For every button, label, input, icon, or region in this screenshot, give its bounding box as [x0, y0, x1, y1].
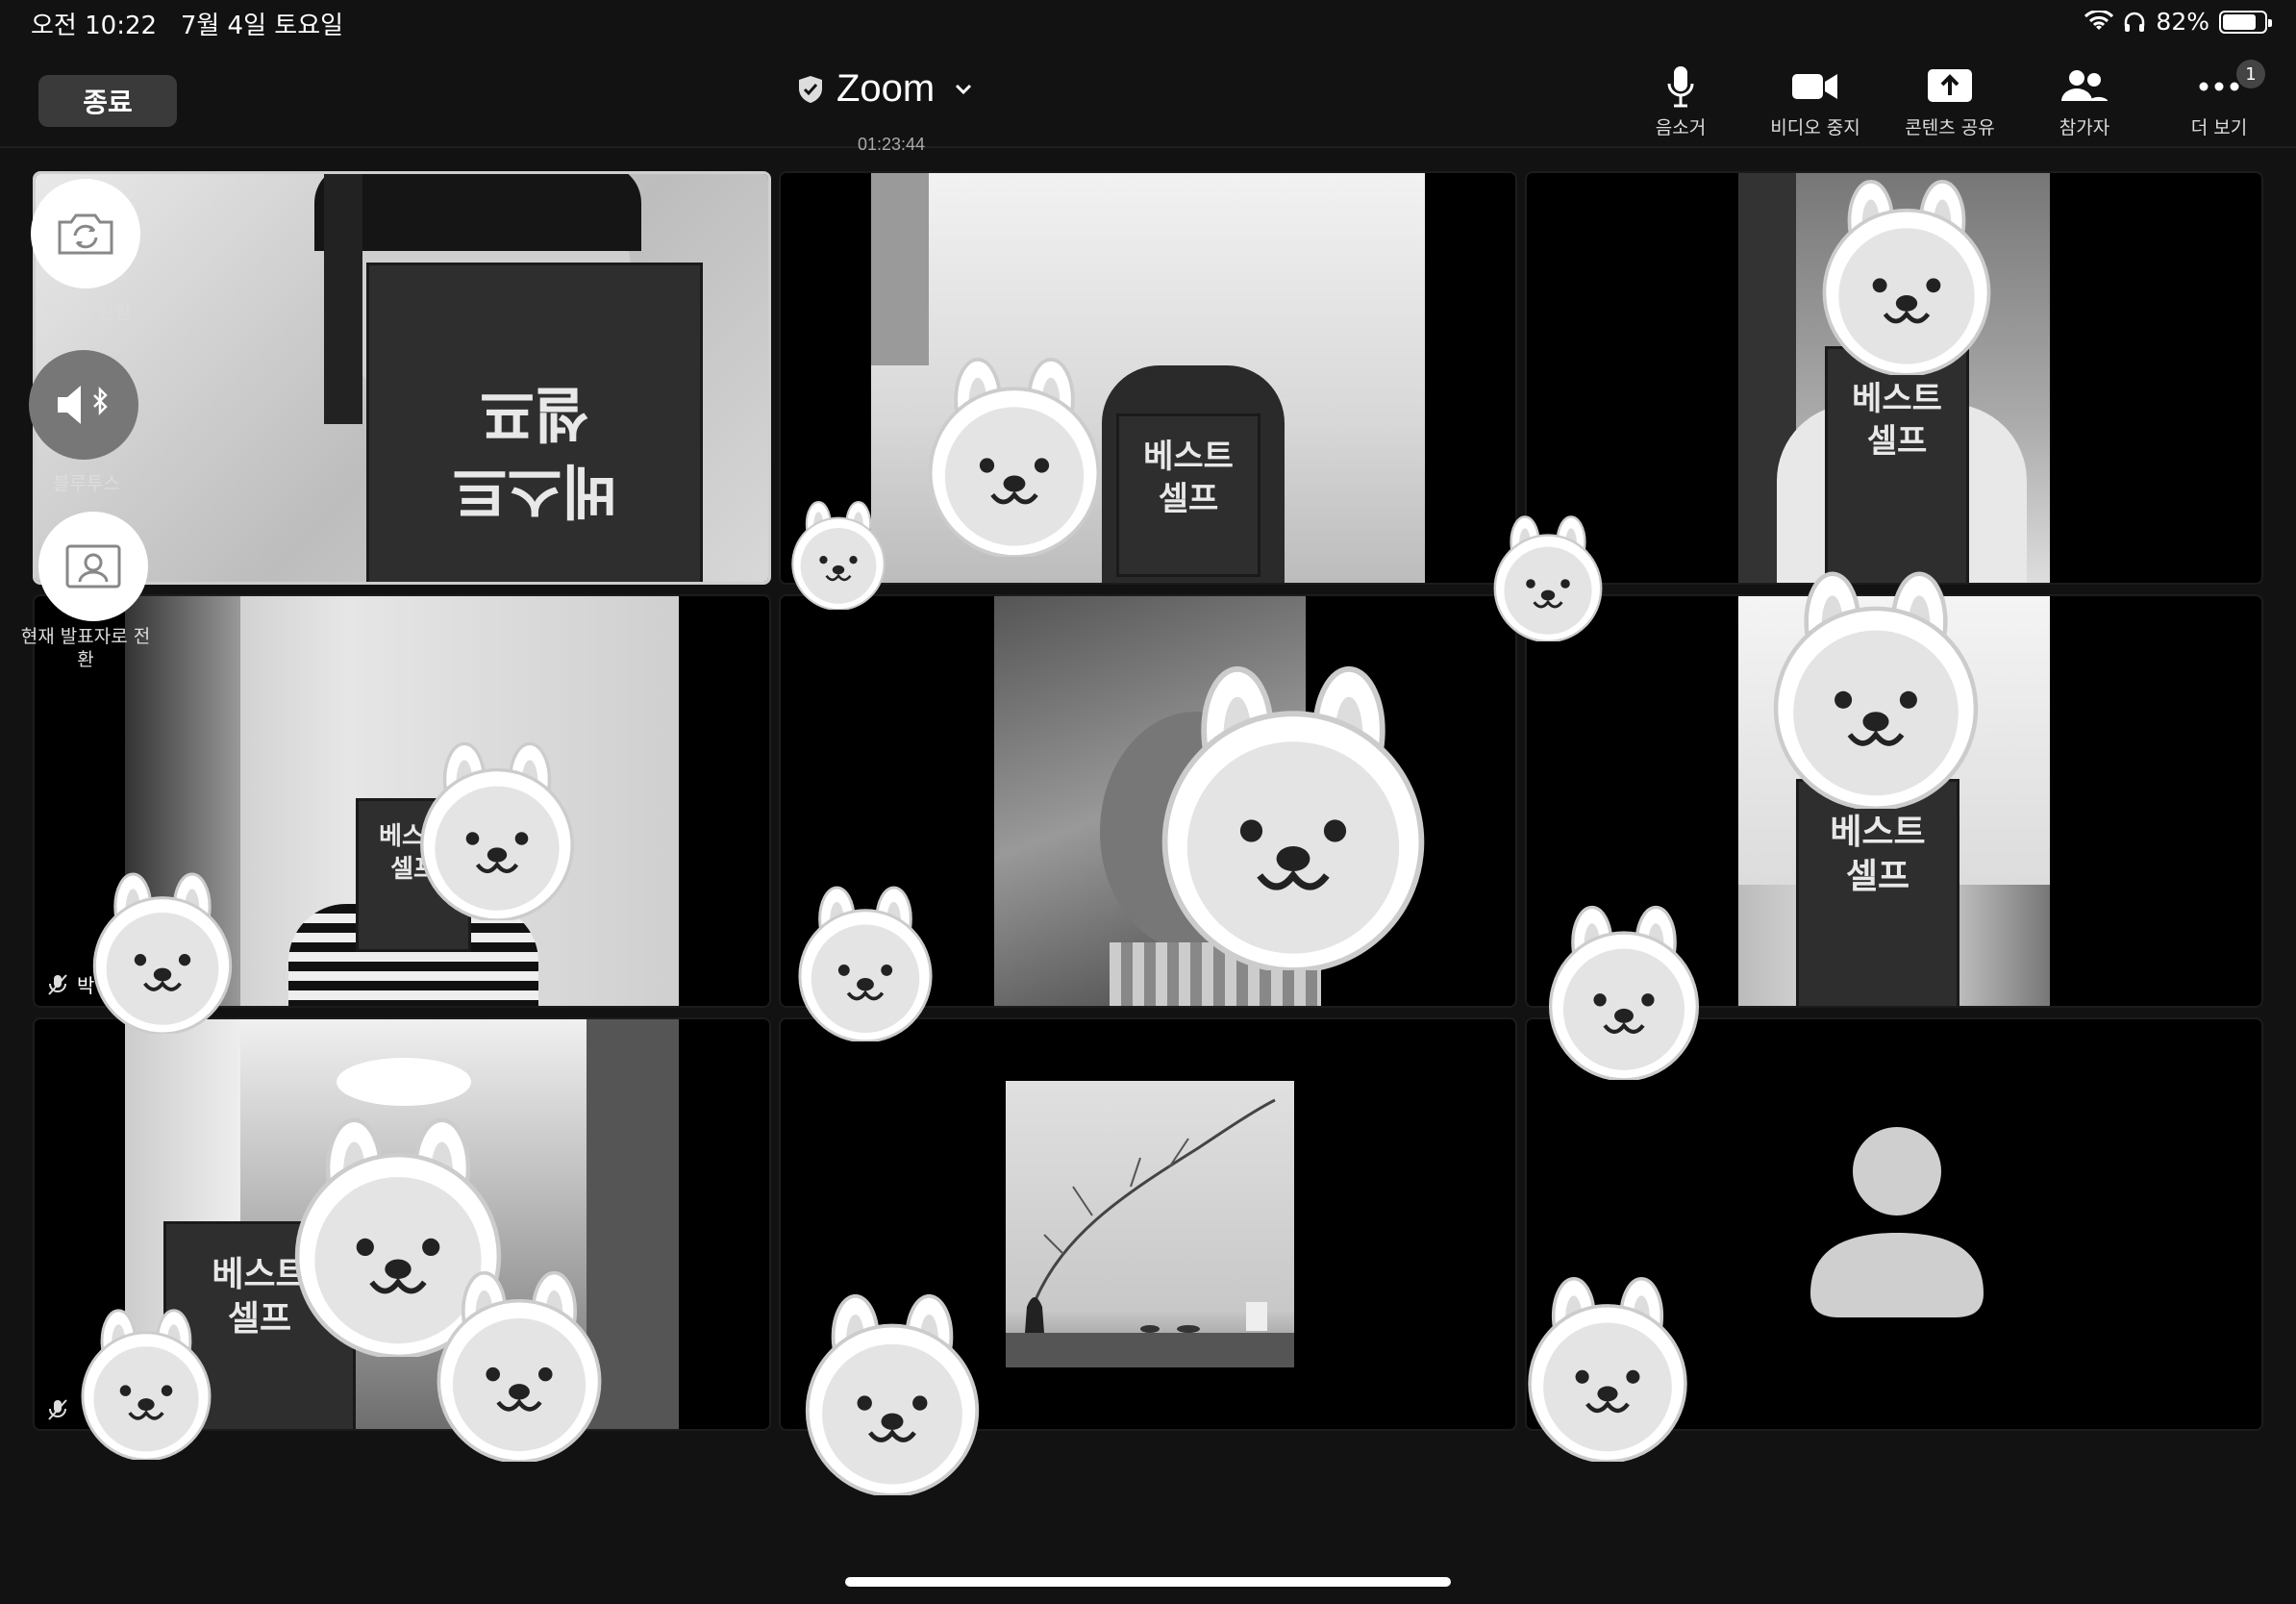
participants-icon	[2061, 70, 2108, 101]
bear-sticker	[788, 500, 888, 610]
switch-to-speaker-label: 현재 발표자로 전환	[20, 626, 151, 670]
share-content-label: 콘텐츠 공유	[1905, 117, 1995, 138]
participant-name-label: 박	[46, 970, 94, 998]
book-cover: 베스트 셀프	[1116, 414, 1260, 577]
end-meeting-button[interactable]: 종료	[38, 75, 177, 127]
participant-name-label	[46, 1398, 69, 1421]
bear-sticker	[794, 885, 936, 1041]
microphone-icon	[1667, 66, 1694, 108]
wifi-icon	[2084, 10, 2114, 30]
home-indicator[interactable]	[845, 1577, 1451, 1587]
video-camera-icon	[1792, 74, 1837, 99]
notification-badge: 1	[2236, 60, 2265, 88]
bear-sticker	[1154, 664, 1433, 970]
video-feed: 베스트 셀프	[36, 174, 768, 582]
battery-icon	[2219, 10, 2272, 34]
meeting-toolbar: 종료 Zoom 01:23:44 음소거 비디오 중지 콘텐츠 공유 참가자 더…	[0, 54, 2296, 154]
bear-sticker	[77, 1308, 215, 1460]
bear-sticker	[1523, 1275, 1692, 1462]
mic-muted-icon	[48, 973, 67, 995]
bear-sticker	[923, 356, 1106, 557]
share-upload-icon	[1928, 69, 1972, 102]
bear-sticker	[1490, 514, 1606, 641]
mic-muted-icon	[48, 1399, 67, 1420]
speaker-bluetooth-icon	[58, 386, 108, 424]
camera-switch-label: 카메라 전환	[41, 302, 132, 323]
status-time: 오전 10:22 7월 4일 토요일	[31, 12, 344, 40]
mute-button[interactable]: 음소거	[1613, 63, 1748, 140]
camera-rotate-icon	[58, 213, 113, 255]
battery-percent: 82%	[2156, 8, 2209, 36]
bear-sticker	[415, 740, 579, 920]
bear-sticker	[88, 871, 237, 1034]
status-bar: 오전 10:22 7월 4일 토요일 82%	[0, 0, 2296, 46]
chevron-down-icon	[956, 84, 972, 94]
book-cover: 베스트 셀프	[1796, 779, 1959, 1006]
meeting-timer: 01:23:44	[858, 135, 926, 154]
camera-switch-button[interactable]	[31, 179, 140, 288]
avatar-placeholder-icon	[1810, 1127, 1984, 1317]
book-cover: 베스트 셀프	[366, 263, 703, 582]
bear-sticker	[423, 1269, 615, 1462]
participants-button[interactable]: 참가자	[2017, 63, 2152, 140]
bear-sticker	[1817, 178, 1996, 375]
speaker-view-icon	[65, 544, 121, 589]
bluetooth-label: 블루투스	[53, 473, 120, 494]
mute-label: 음소거	[1655, 117, 1707, 138]
bluetooth-audio-button[interactable]	[29, 350, 138, 460]
meeting-title: Zoom	[836, 67, 936, 110]
more-dots-icon	[2199, 82, 2239, 91]
video-tile-1[interactable]: 베스트 셀프	[33, 171, 771, 585]
bear-sticker	[800, 1292, 985, 1495]
more-label: 더 보기	[2190, 117, 2248, 138]
more-button[interactable]: 더 보기 1	[2152, 60, 2286, 140]
status-indicators: 82%	[2084, 8, 2272, 36]
bear-sticker	[1544, 904, 1704, 1080]
video-tile-2[interactable]: 베스트 셀프	[779, 171, 1517, 585]
book-cover: 베스트 셀프	[1825, 346, 1969, 583]
participants-label: 참가자	[2059, 117, 2110, 138]
headphones-icon	[2125, 12, 2145, 32]
switch-to-speaker-button[interactable]	[38, 512, 148, 621]
stop-video-label: 비디오 중지	[1770, 117, 1860, 138]
share-content-button[interactable]: 콘텐츠 공유	[1883, 63, 2017, 140]
vase-branch-picture	[1006, 1098, 1294, 1367]
meeting-title-dropdown[interactable]: Zoom 01:23:44	[798, 67, 990, 154]
profile-picture	[1006, 1081, 1294, 1367]
bear-sticker	[1767, 569, 1984, 809]
shield-check-icon	[799, 75, 822, 103]
stop-video-button[interactable]: 비디오 중지	[1748, 63, 1883, 140]
person-hair	[314, 174, 641, 251]
